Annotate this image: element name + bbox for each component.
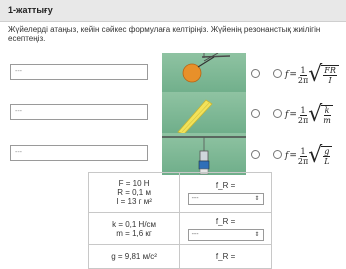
system-name-input-1[interactable]: --- (10, 64, 148, 80)
param-line: g = 9,81 м/с² (111, 252, 157, 261)
dropdown-icon: ⇕ (254, 232, 260, 238)
param-line: I = 13 г м² (116, 197, 152, 206)
ball-pendulum-icon (182, 53, 231, 83)
params-cell: g = 9,81 м/с² (87, 244, 181, 269)
hanging-mass-icon (162, 136, 246, 175)
radio-row-2-right[interactable] (273, 109, 282, 118)
radio-row-1-left[interactable] (251, 69, 260, 78)
calculation-table: F = 10 Н R = 0,1 м I = 13 г м² f_R = ---… (87, 172, 272, 269)
param-line: m = 1,6 кг (116, 228, 152, 238)
exercise-title: 1-жаттығу (8, 5, 53, 15)
answer-cell: f_R = (179, 244, 272, 269)
formula-3: f = 1 2π √ g L (285, 139, 333, 173)
exercise-header: 1-жаттығу (0, 0, 346, 22)
frequency-select-2[interactable]: --- ⇕ (187, 228, 264, 241)
param-line: k = 0,1 Н/см (112, 219, 157, 229)
radio-row-2-left[interactable] (251, 109, 260, 118)
spring-block-icon (177, 99, 213, 134)
dropdown-icon: ⇕ (254, 196, 260, 202)
frequency-label: f_R = (215, 180, 236, 190)
system-name-input-3[interactable]: --- (10, 145, 148, 161)
formula-2: f = 1 2π √ k m (285, 102, 333, 127)
table-row: k = 0,1 Н/см m = 1,6 кг f_R = --- ⇕ (87, 212, 272, 245)
hanging-mass-image (162, 133, 246, 175)
frequency-select-1[interactable]: --- ⇕ (187, 192, 264, 205)
system-name-input-2[interactable]: --- (10, 104, 148, 120)
param-line: F = 10 Н (118, 179, 150, 188)
radio-row-3-left[interactable] (251, 150, 260, 159)
spring-block-image (162, 92, 246, 134)
table-row: g = 9,81 м/с² f_R = (87, 244, 272, 269)
params-cell: F = 10 Н R = 0,1 м I = 13 г м² (87, 172, 181, 213)
instruction-text: Жүйелерді атаңыз, кейін сәйкес формулаға… (8, 25, 321, 43)
formula-1: f = 1 2π √ FR I (285, 58, 339, 92)
radio-row-3-right[interactable] (273, 150, 282, 159)
answer-cell: f_R = --- ⇕ (179, 212, 272, 245)
frequency-label: f_R = (215, 252, 236, 261)
radio-row-1-right[interactable] (273, 69, 282, 78)
param-line: R = 0,1 м (117, 188, 151, 197)
frequency-label: f_R = (215, 216, 236, 226)
table-row: F = 10 Н R = 0,1 м I = 13 г м² f_R = ---… (87, 172, 272, 213)
params-cell: k = 0,1 Н/см m = 1,6 кг (87, 212, 181, 245)
ball-pendulum-image (162, 53, 246, 95)
answer-cell: f_R = --- ⇕ (179, 172, 272, 213)
